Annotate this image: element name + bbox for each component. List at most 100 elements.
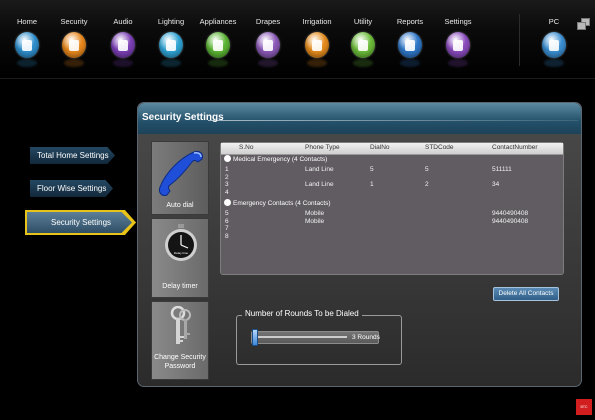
table-cell: 34 (492, 181, 500, 188)
security-settings-label: Security Settings (51, 218, 112, 227)
gear-icon (446, 32, 470, 58)
keys-icon (170, 306, 191, 344)
column-header-std-code: STDCode (425, 144, 454, 151)
watering-can-icon (305, 32, 329, 58)
delay-timer-button[interactable]: Delay time Delay timer (151, 218, 209, 298)
nav-item-label: Reports (396, 17, 424, 26)
nav-item-pc[interactable]: PC (529, 0, 579, 78)
delay-timer-label: Delay timer (162, 283, 198, 290)
nav-item-label: Appliances (199, 17, 237, 26)
nav-item-home[interactable]: Home (2, 0, 52, 78)
nav-icon-reflection (64, 59, 84, 67)
delete-all-contacts-button[interactable]: Delete All Contacts (493, 287, 559, 301)
home-icon-glyph (22, 39, 32, 51)
drapes-icon-glyph (263, 39, 273, 51)
floor-wise-settings-label: Floor Wise Settings (37, 184, 107, 193)
music-note-icon-glyph (118, 39, 128, 51)
timer-clock-icon: Delay time (165, 224, 197, 261)
table-cell: 5 (370, 166, 374, 173)
home-icon (15, 32, 39, 58)
table-cell: 3 (225, 181, 229, 188)
total-home-settings-label: Total Home Settings (37, 151, 109, 160)
table-cell: Mobile (305, 217, 325, 225)
collapse-toggle-icon[interactable] (224, 199, 231, 206)
utility-icon (351, 32, 375, 58)
nav-item-label: PC (548, 17, 560, 26)
monitor-icon (542, 32, 566, 58)
rounds-group-title: Number of Rounds To be Dialed (242, 309, 362, 318)
brand-logo: BTC (576, 399, 592, 415)
nav-icon-reflection (161, 59, 181, 67)
nav-icon-reflection (307, 59, 327, 67)
column-header-dial-no: DialNo (370, 144, 390, 151)
window-switch-icon[interactable] (577, 18, 590, 30)
auto-dial-label: Auto dial (166, 202, 194, 209)
report-icon (398, 32, 422, 58)
nav-item-appliances[interactable]: Appliances (193, 0, 243, 78)
nav-item-utility[interactable]: Utility (338, 0, 388, 78)
utility-icon-glyph (358, 39, 368, 51)
brand-logo-text: BTC (580, 405, 588, 409)
panel-header-line (208, 120, 578, 121)
security-settings-panel: Security Settings Auto dial Delay time D… (137, 102, 582, 387)
nav-icon-reflection (544, 59, 564, 67)
floor-wise-settings-tab[interactable]: Floor Wise Settings (30, 180, 113, 197)
table-cell: 8 (225, 232, 229, 240)
change-security-password-label: Change Security Password (154, 354, 206, 370)
bulb-icon (159, 32, 183, 58)
nav-item-audio[interactable]: Audio (98, 0, 148, 78)
shield-icon (62, 32, 86, 58)
table-cell: 511111 (492, 166, 512, 173)
nav-icon-reflection (17, 59, 37, 67)
nav-item-irrigation[interactable]: Irrigation (292, 0, 342, 78)
security-tools-column: Auto dial Delay time Delay timer Change … (151, 141, 209, 380)
nav-icon-reflection (258, 59, 278, 67)
table-cell: 2 (425, 181, 429, 188)
drapes-icon (256, 32, 280, 58)
panel-title: Security Settings (142, 112, 224, 123)
table-cell: 1 (225, 166, 229, 173)
top-navigation-bar: Home Security Audio Lighting Appliances Drape… (0, 0, 595, 79)
nav-divider (519, 14, 520, 66)
security-settings-tab[interactable]: Security Settings (27, 212, 132, 233)
table-cell: Land Line (305, 166, 334, 173)
table-cell: 6 (225, 217, 229, 225)
contact-group-header[interactable]: Emergency Contacts (4 Contacts) (224, 199, 331, 208)
nav-item-label: Audio (113, 17, 133, 26)
table-cell: Mobile (305, 210, 325, 217)
table-cell: 9440490408 (492, 217, 529, 225)
nav-item-settings[interactable]: Settings (433, 0, 483, 78)
collapse-toggle-icon[interactable] (224, 155, 231, 162)
table-cell: Land Line (305, 181, 334, 188)
contact-group-header[interactable]: Medical Emergency (4 Contacts) (224, 155, 327, 163)
rounds-value-label: 3 Rounds (352, 334, 380, 341)
column-header-contact-number: ContactNumber (492, 144, 538, 151)
nav-item-lighting[interactable]: Lighting (146, 0, 196, 78)
security-settings-tab-highlight: Security Settings (25, 210, 136, 235)
bulb-icon-glyph (166, 39, 176, 51)
table-cell: 5 (425, 166, 429, 173)
total-home-settings-tab[interactable]: Total Home Settings (30, 147, 115, 164)
clock-face-label: Delay time (174, 251, 189, 255)
table-cell: 4 (225, 188, 229, 196)
nav-item-reports[interactable]: Reports (385, 0, 435, 78)
contact-group-title: Emergency Contacts (4 Contacts) (233, 200, 331, 208)
auto-dial-button[interactable]: Auto dial (151, 141, 209, 215)
monitor-icon-glyph (549, 39, 559, 51)
report-icon-glyph (405, 39, 415, 51)
nav-item-drapes[interactable]: Drapes (243, 0, 293, 78)
table-cell: 2 (225, 173, 229, 181)
appliance-icon (206, 32, 230, 58)
nav-item-label: Utility (353, 17, 373, 26)
table-cell: 7 (225, 225, 229, 232)
change-security-password-button[interactable]: Change Security Password (151, 301, 209, 380)
nav-item-label: Security (60, 17, 88, 26)
emergency-contacts-table: S.No Phone Type DialNo STDCode ContactNu… (220, 142, 564, 275)
rounds-slider-thumb[interactable] (252, 329, 258, 346)
nav-icon-reflection (448, 59, 468, 67)
table-cell: 9440490408 (492, 210, 529, 217)
table-cell: 5 (225, 210, 229, 217)
nav-item-label: Drapes (255, 17, 281, 26)
nav-icon-reflection (208, 59, 228, 67)
nav-item-security[interactable]: Security (49, 0, 99, 78)
